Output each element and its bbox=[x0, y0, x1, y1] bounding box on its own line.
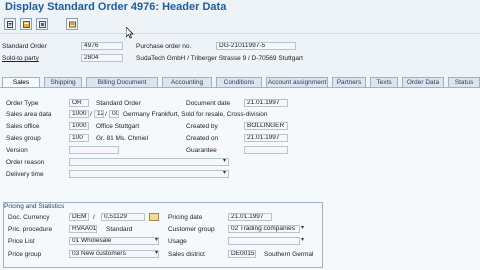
price-group-dropdown-icon[interactable] bbox=[155, 249, 160, 256]
guarantee-field[interactable] bbox=[244, 146, 288, 154]
order-reason-field[interactable] bbox=[69, 158, 229, 166]
doc-currency-field[interactable]: DEM bbox=[69, 213, 89, 221]
pricing-date-label: Pricing date bbox=[168, 214, 203, 221]
sales-org-field[interactable]: 1000 bbox=[69, 110, 89, 118]
tab-account-assignment[interactable]: Account assignment bbox=[266, 77, 328, 87]
created-on-field[interactable]: 21.01.1997 bbox=[244, 134, 288, 142]
pricing-statistics-group bbox=[3, 202, 323, 268]
guarantee-label: Guarantee bbox=[186, 147, 217, 154]
tab-partners[interactable]: Partners bbox=[332, 77, 366, 87]
price-group-label: Price group bbox=[8, 251, 42, 258]
usage-label: Usage bbox=[168, 238, 187, 245]
usage-dropdown-icon[interactable] bbox=[301, 236, 306, 243]
customer-group-dropdown-icon[interactable] bbox=[301, 224, 306, 231]
delivery-time-field[interactable] bbox=[69, 170, 229, 178]
pric-procedure-label: Pric. procedure bbox=[8, 226, 53, 233]
sales-group-desc: Gr. 81 Ms. Chmiel bbox=[96, 135, 149, 142]
usage-field[interactable] bbox=[228, 237, 300, 245]
sales-district-label: Sales district bbox=[168, 251, 205, 258]
customer-group-label: Customer group bbox=[168, 226, 215, 233]
doc-currency-label: Doc. Currency bbox=[8, 214, 50, 221]
pric-procedure-field[interactable]: RVAA01 bbox=[69, 225, 97, 233]
order-reason-label: Order reason bbox=[6, 159, 45, 166]
distribution-channel-field[interactable]: 12 bbox=[94, 110, 104, 118]
tab-strip: Sales Shipping Billing Document Accounti… bbox=[0, 77, 480, 87]
tab-billing-document[interactable]: Billing Document bbox=[86, 77, 158, 87]
sales-office-label: Sales office bbox=[6, 123, 40, 130]
price-group-field[interactable]: 03 New customers bbox=[69, 250, 159, 258]
sold-to-address: SudaTech GmbH / Triberger Strasse 9 / D-… bbox=[136, 55, 303, 62]
price-list-label: Price List bbox=[8, 238, 35, 245]
sales-area-label: Sales area data bbox=[6, 111, 52, 118]
header-details-icon[interactable] bbox=[20, 18, 32, 30]
price-list-field[interactable]: 01 Wholesale bbox=[69, 237, 159, 245]
sales-district-desc: Southern Germal bbox=[264, 251, 314, 258]
sales-area-desc: Germany Frankfurt, Sold for resale, Cros… bbox=[123, 111, 268, 118]
order-type-desc: Standard Order bbox=[96, 100, 141, 107]
division-field[interactable]: 00 bbox=[109, 110, 119, 118]
sales-group-label: Sales group bbox=[6, 135, 41, 142]
price-list-dropdown-icon[interactable] bbox=[155, 236, 160, 243]
created-by-field[interactable]: BOLLINGER bbox=[244, 122, 288, 130]
sales-office-field[interactable]: 1000 bbox=[69, 122, 89, 130]
tab-order-data[interactable]: Order Data bbox=[402, 77, 444, 87]
purchase-order-label: Purchase order no. bbox=[136, 43, 192, 50]
sales-area-sep-2: / bbox=[105, 111, 107, 118]
standard-order-label: Standard Order bbox=[2, 43, 47, 50]
sales-district-field[interactable]: DE0015 bbox=[228, 250, 256, 258]
exchange-rate-field[interactable]: 0,51129 bbox=[101, 213, 145, 221]
currency-rate-sep: / bbox=[93, 214, 95, 221]
created-on-label: Created on bbox=[186, 135, 219, 142]
created-by-label: Created by bbox=[186, 123, 218, 130]
delivery-time-label: Delivery time bbox=[6, 171, 44, 178]
customer-group-field[interactable]: 02 Trading companies bbox=[228, 225, 300, 233]
window-title: Display Standard Order 4976: Header Data bbox=[5, 1, 227, 13]
sales-group-field[interactable]: 100 bbox=[69, 134, 89, 142]
display-change-icon[interactable] bbox=[4, 18, 16, 30]
standard-order-field[interactable]: 4976 bbox=[81, 42, 123, 50]
tab-accounting[interactable]: Accounting bbox=[162, 77, 212, 87]
purchase-order-field[interactable]: DG-21011997-5 bbox=[216, 42, 296, 50]
tab-sales[interactable]: Sales bbox=[2, 77, 40, 87]
order-type-label: Order Type bbox=[6, 100, 39, 107]
document-date-field[interactable]: 21.01.1997 bbox=[244, 99, 288, 107]
sold-to-field[interactable]: 2804 bbox=[81, 54, 123, 62]
delivery-time-dropdown-icon[interactable] bbox=[223, 169, 228, 176]
tab-texts[interactable]: Texts bbox=[370, 77, 398, 87]
order-type-field[interactable]: OR bbox=[69, 99, 89, 107]
version-field[interactable] bbox=[69, 146, 119, 154]
pricing-date-field[interactable]: 21.01.1997 bbox=[228, 213, 272, 221]
pric-procedure-desc: Standard bbox=[106, 226, 133, 233]
sales-office-desc: Office Stuttgart bbox=[96, 123, 140, 130]
orders-icon[interactable] bbox=[66, 18, 78, 30]
tab-shipping[interactable]: Shipping bbox=[44, 77, 82, 87]
document-date-label: Document date bbox=[186, 100, 231, 107]
version-label: Version bbox=[6, 147, 28, 154]
sales-area-sep-1: / bbox=[90, 111, 92, 118]
item-overview-icon[interactable] bbox=[36, 18, 48, 30]
tab-status[interactable]: Status bbox=[448, 77, 480, 87]
pricing-group-title: Pricing and Statistics bbox=[4, 203, 65, 210]
mouse-cursor-icon bbox=[126, 27, 134, 39]
application-toolbar bbox=[0, 14, 480, 34]
sold-to-label[interactable]: Sold-to party bbox=[2, 55, 39, 62]
order-reason-dropdown-icon[interactable] bbox=[223, 157, 228, 164]
tab-conditions[interactable]: Conditions bbox=[216, 77, 262, 87]
exchange-rate-button[interactable] bbox=[149, 213, 159, 221]
